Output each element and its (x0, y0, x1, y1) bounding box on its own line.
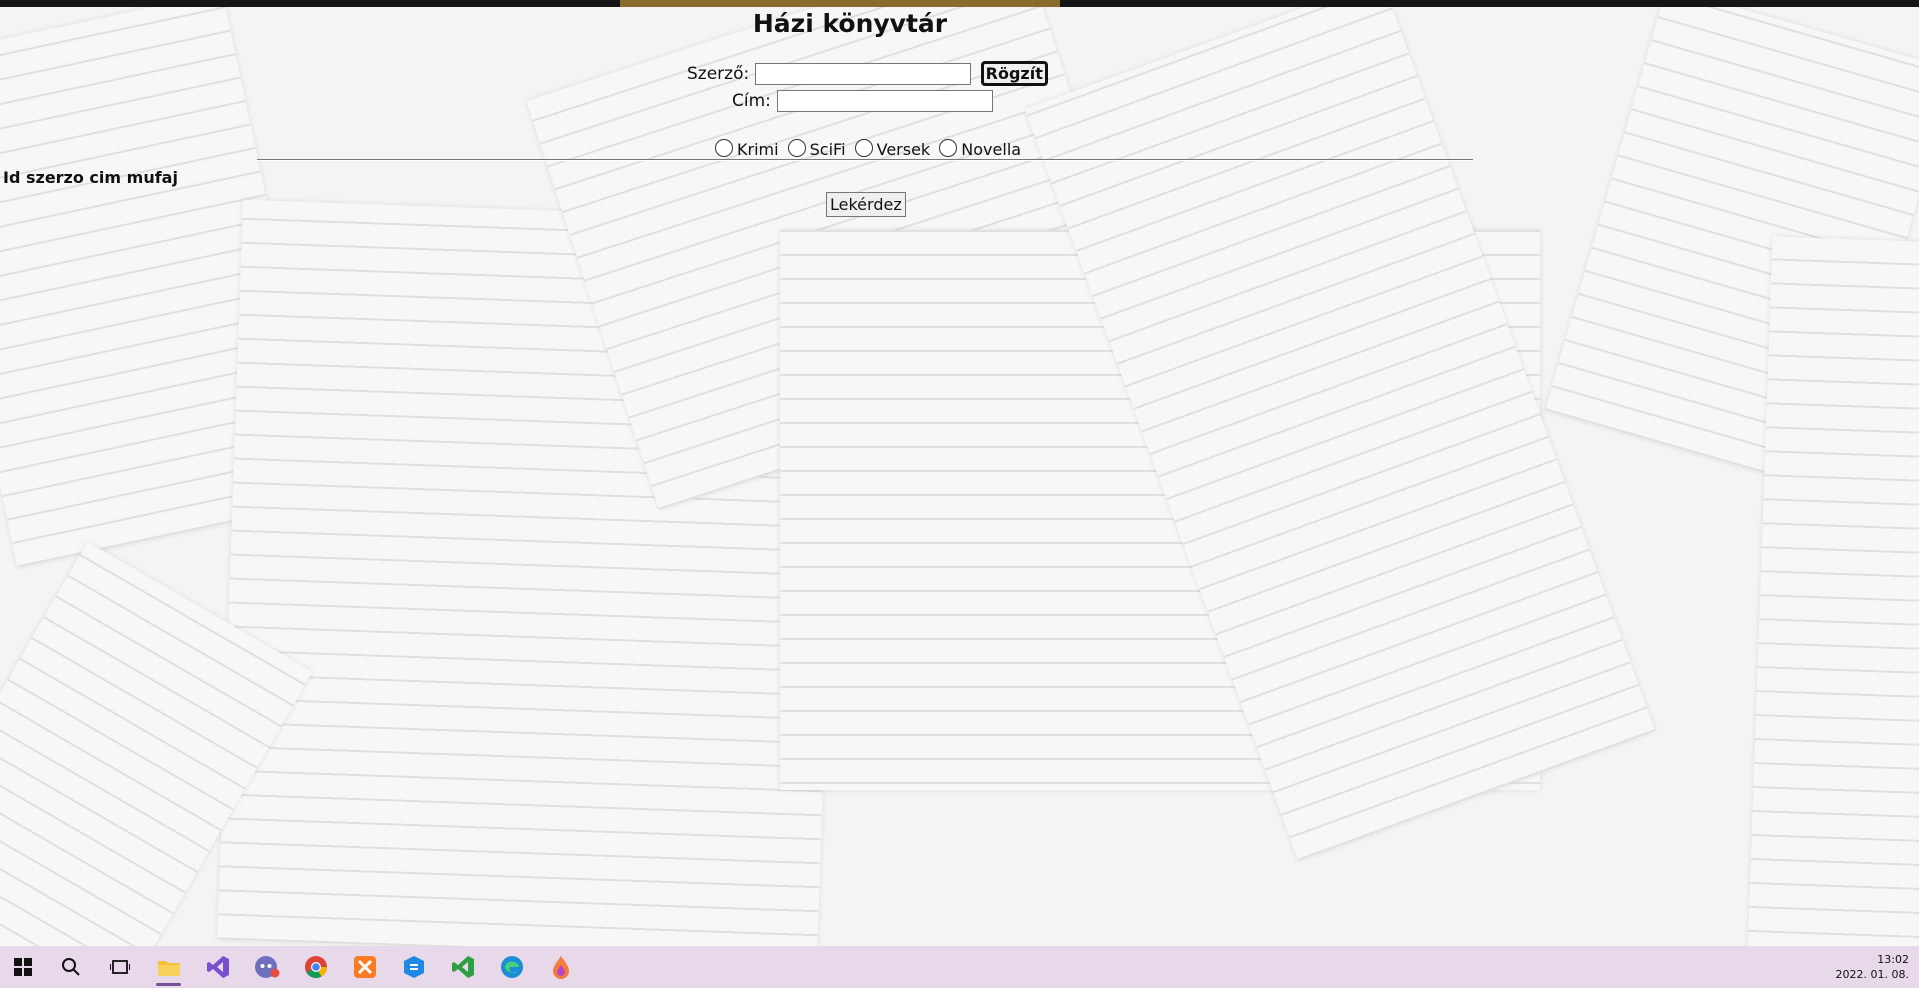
save-button[interactable]: Rögzít (980, 61, 1048, 86)
taskbar: 13:02 2022. 01. 08. (0, 946, 1919, 988)
search-icon[interactable] (46, 946, 95, 988)
radio-label-novella: Novella (961, 140, 1022, 159)
file-explorer-icon[interactable] (144, 946, 193, 988)
title-label: Cím: (732, 91, 771, 111)
paint-icon[interactable] (536, 946, 585, 988)
author-label: Szerző: (687, 63, 750, 84)
radio-label-krimi: Krimi (737, 140, 779, 159)
table-header: Id szerzo cim mufaj (3, 168, 178, 187)
divider (257, 159, 1473, 161)
task-view-icon[interactable] (95, 946, 144, 988)
discord-icon[interactable] (242, 946, 291, 988)
clock-time: 13:02 (1877, 953, 1909, 966)
radio-label-versek: Versek (876, 140, 931, 159)
radio-versek[interactable] (854, 139, 873, 157)
page-title: Házi könyvtár (752, 9, 948, 38)
edge-icon[interactable] (487, 946, 536, 988)
clock-date: 2022. 01. 08. (1835, 968, 1909, 981)
app-root: Házi könyvtár Szerző: Rögzít Cím: Krimi … (0, 0, 1919, 946)
windows-start-icon[interactable] (0, 946, 46, 988)
radio-novella[interactable] (939, 139, 958, 157)
author-input[interactable] (755, 62, 972, 85)
xampp-icon[interactable] (340, 946, 389, 988)
query-button[interactable]: Lekérdez (826, 192, 906, 217)
radio-scifi[interactable] (787, 139, 806, 157)
genre-radio-group: Krimi SciFi Versek Novella (711, 139, 1021, 159)
title-input[interactable] (776, 90, 993, 112)
app-icon[interactable] (389, 946, 438, 988)
radio-label-scifi: SciFi (809, 140, 846, 159)
title-row: Cím: (732, 90, 993, 112)
visual-studio-icon[interactable] (193, 946, 242, 988)
vs-code-icon[interactable] (438, 946, 487, 988)
system-clock[interactable]: 13:02 2022. 01. 08. (1836, 952, 1909, 982)
radio-krimi[interactable] (715, 139, 733, 157)
author-row: Szerző: Rögzít (687, 61, 1048, 86)
chrome-icon[interactable] (291, 946, 340, 988)
